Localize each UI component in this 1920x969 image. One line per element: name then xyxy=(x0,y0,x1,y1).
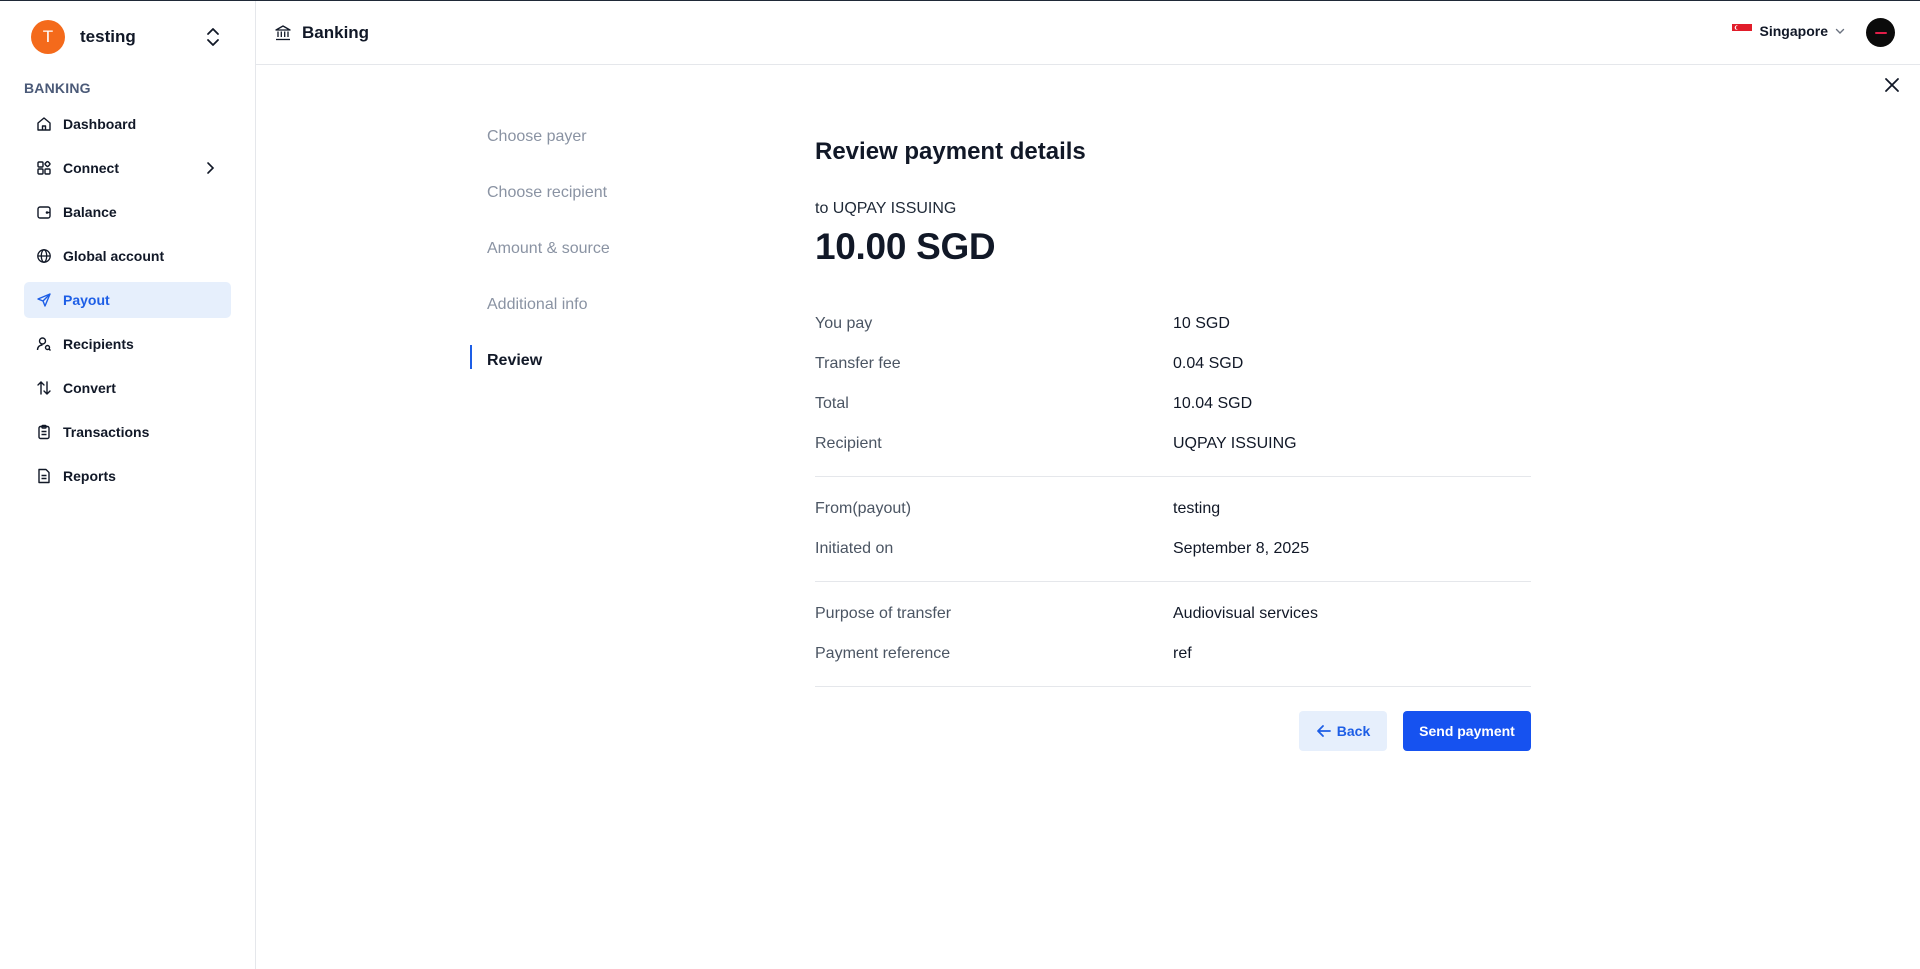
detail-row-payment-reference: Payment reference ref xyxy=(815,634,1531,674)
page-title: Banking xyxy=(274,23,369,43)
detail-row-transfer-fee: Transfer fee 0.04 SGD xyxy=(815,344,1531,384)
send-payment-button[interactable]: Send payment xyxy=(1403,711,1531,751)
detail-row-total: Total 10.04 SGD xyxy=(815,384,1531,424)
sidebar-item-recipients[interactable]: Recipients xyxy=(24,326,231,362)
back-button[interactable]: Back xyxy=(1299,711,1387,751)
detail-label: Purpose of transfer xyxy=(815,605,952,622)
region-selector[interactable]: Singapore xyxy=(1731,23,1846,39)
sidebar-item-label: Global account xyxy=(63,248,165,264)
chevron-down-icon xyxy=(1834,25,1846,37)
section-label-banking: BANKING xyxy=(24,80,91,96)
detail-label: From(payout) xyxy=(815,500,912,517)
form-actions: Back Send payment xyxy=(815,711,1531,751)
detail-label: Recipient xyxy=(815,435,882,452)
detail-value: testing xyxy=(1173,500,1221,517)
send-icon xyxy=(36,292,52,308)
sidebar-nav: Dashboard Connect Balance Global account xyxy=(24,106,231,502)
review-panel: Review payment details to UQPAY ISSUING … xyxy=(815,138,1531,751)
recipient-line: to UQPAY ISSUING xyxy=(815,200,957,217)
step-choose-recipient[interactable]: Choose recipient xyxy=(470,184,690,240)
detail-value: Audiovisual services xyxy=(1173,605,1318,622)
sidebar-item-transactions[interactable]: Transactions xyxy=(24,414,231,450)
payment-stepper: Choose payer Choose recipient Amount & s… xyxy=(470,128,690,408)
detail-row-initiated-on: Initiated on September 8, 2025 xyxy=(815,529,1531,569)
sidebar-item-label: Balance xyxy=(63,204,117,220)
avatar-mark xyxy=(1874,31,1887,34)
detail-value: UQPAY ISSUING xyxy=(1173,435,1297,452)
detail-label: Payment reference xyxy=(815,645,951,662)
singapore-flag-icon xyxy=(1731,24,1752,38)
review-title: Review payment details xyxy=(815,138,1086,165)
step-amount-source[interactable]: Amount & source xyxy=(470,240,690,296)
page-title-text: Banking xyxy=(302,23,370,42)
sidebar: T testing BANKING Dashboard Connect Bala… xyxy=(0,1,256,969)
step-additional-info[interactable]: Additional info xyxy=(470,296,690,352)
org-switcher[interactable]: T testing xyxy=(24,19,229,55)
details-list: You pay 10 SGD Transfer fee 0.04 SGD Tot… xyxy=(815,304,1531,687)
detail-row-from: From(payout) testing xyxy=(815,489,1531,529)
sidebar-item-label: Recipients xyxy=(63,336,134,352)
region-label: Singapore xyxy=(1759,23,1828,39)
divider xyxy=(815,686,1531,687)
chevron-right-icon xyxy=(203,161,217,175)
detail-value: 10 SGD xyxy=(1173,315,1230,332)
close-icon[interactable] xyxy=(1882,75,1902,95)
detail-label: Initiated on xyxy=(815,540,894,557)
detail-label: Transfer fee xyxy=(815,355,901,372)
user-avatar[interactable] xyxy=(1866,18,1895,47)
chevron-up-down-icon xyxy=(205,26,221,48)
sidebar-item-label: Reports xyxy=(63,468,116,484)
step-review[interactable]: Review xyxy=(470,345,690,408)
sidebar-item-label: Convert xyxy=(63,380,116,396)
detail-value: ref xyxy=(1173,645,1192,662)
sidebar-item-label: Payout xyxy=(63,292,110,308)
back-button-label: Back xyxy=(1336,723,1371,739)
payment-amount: 10.00 SGD xyxy=(815,226,996,267)
sidebar-item-label: Dashboard xyxy=(63,116,137,132)
connect-icon xyxy=(36,160,52,176)
convert-arrows-icon xyxy=(36,380,52,396)
arrow-left-icon xyxy=(1316,723,1332,739)
home-icon xyxy=(36,116,52,132)
sidebar-item-global-account[interactable]: Global account xyxy=(24,238,231,274)
document-icon xyxy=(36,468,52,484)
org-avatar: T xyxy=(31,20,65,54)
clipboard-icon xyxy=(36,424,52,440)
sidebar-item-connect[interactable]: Connect xyxy=(24,150,231,186)
detail-row-purpose: Purpose of transfer Audiovisual services xyxy=(815,594,1531,634)
sidebar-item-label: Transactions xyxy=(63,424,150,440)
detail-row-recipient: Recipient UQPAY ISSUING xyxy=(815,424,1531,464)
sidebar-item-balance[interactable]: Balance xyxy=(24,194,231,230)
sidebar-item-dashboard[interactable]: Dashboard xyxy=(24,106,231,142)
wallet-icon xyxy=(36,204,52,220)
detail-row-you-pay: You pay 10 SGD xyxy=(815,304,1531,344)
detail-value: 0.04 SGD xyxy=(1173,355,1244,372)
top-header: Banking Singapore xyxy=(256,1,1920,65)
globe-icon xyxy=(36,248,52,264)
divider xyxy=(815,476,1531,477)
divider xyxy=(815,581,1531,582)
detail-value: 10.04 SGD xyxy=(1173,395,1253,412)
sidebar-item-reports[interactable]: Reports xyxy=(24,458,231,494)
detail-label: Total xyxy=(815,395,849,412)
sidebar-item-convert[interactable]: Convert xyxy=(24,370,231,406)
org-name: testing xyxy=(80,27,136,46)
detail-value: September 8, 2025 xyxy=(1173,540,1310,557)
bank-icon xyxy=(274,24,292,42)
sidebar-item-payout[interactable]: Payout xyxy=(24,282,231,318)
user-search-icon xyxy=(36,336,52,352)
step-choose-payer[interactable]: Choose payer xyxy=(470,128,690,184)
detail-label: You pay xyxy=(815,315,873,332)
sidebar-item-label: Connect xyxy=(63,160,119,176)
